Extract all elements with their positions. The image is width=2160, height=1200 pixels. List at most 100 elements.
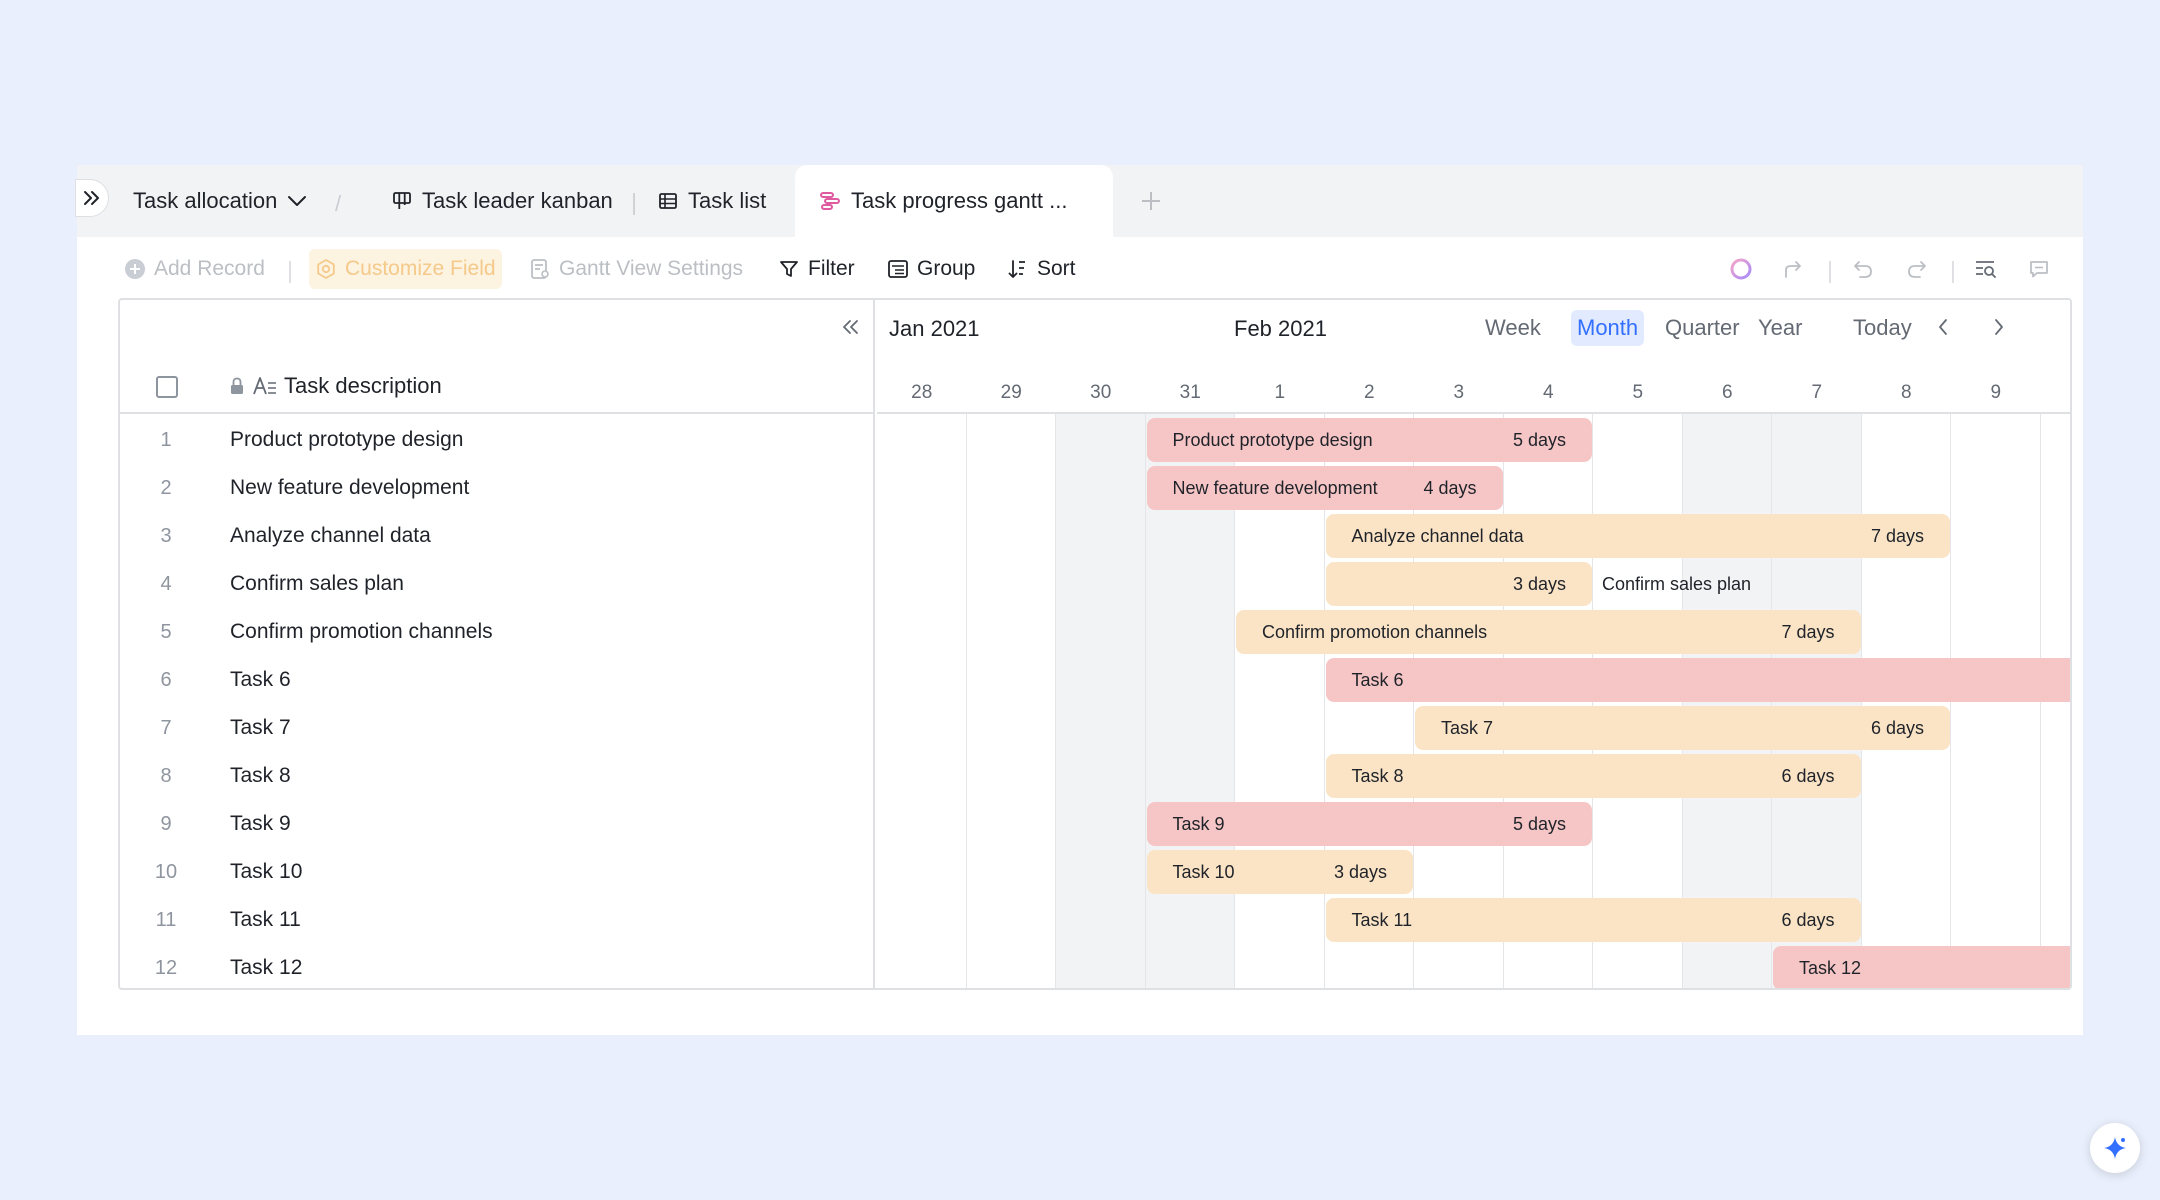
day-label: 1	[1274, 382, 1286, 403]
group-button[interactable]: Group	[887, 249, 975, 289]
next-period-button[interactable]	[1984, 312, 2014, 342]
search-records-button[interactable]	[1970, 253, 2002, 285]
gantt-bar[interactable]: Task 10 3 days	[1146, 850, 1413, 894]
redo-button[interactable]	[1901, 253, 1933, 285]
gantt-bar[interactable]: Product prototype design 5 days	[1146, 418, 1592, 462]
group-label: Group	[917, 257, 976, 280]
task-description-cell[interactable]: Confirm sales plan	[230, 560, 404, 608]
comments-button[interactable]	[2023, 253, 2055, 285]
gantt-settings-icon	[531, 259, 549, 279]
ai-assistant-button[interactable]	[2090, 1123, 2140, 1173]
column-header-task-description[interactable]: Task description	[228, 370, 442, 402]
task-description-cell[interactable]: Product prototype design	[230, 416, 463, 464]
avatar-ring-icon	[1730, 258, 1752, 280]
gantt-bar[interactable]: Task 6→9	[1325, 658, 2070, 702]
select-all-checkbox[interactable]	[156, 376, 178, 398]
collaborator-avatar[interactable]	[1725, 253, 1757, 285]
table-row[interactable]: 2 New feature development	[120, 464, 875, 512]
task-description-cell[interactable]: Task 6	[230, 656, 291, 704]
bar-duration: 7 days	[1870, 526, 1924, 546]
bar-task-name: Task 10	[1172, 862, 1235, 882]
timeline-header: Jan 2021 Feb 2021 Week Month Quarter Year T…	[877, 300, 2070, 414]
gantt-bar[interactable]: Task 11 6 days	[1325, 898, 1861, 942]
table-row[interactable]: 6 Task 6	[120, 656, 875, 704]
task-description-cell[interactable]: Task 7	[230, 704, 291, 752]
task-description-cell[interactable]: Analyze channel data	[230, 512, 431, 560]
gantt-bar[interactable]: Task 8 6 days	[1325, 754, 1861, 798]
table-row[interactable]: 1 Product prototype design	[120, 416, 875, 464]
comment-icon	[2030, 261, 2048, 278]
day-label: 7	[1811, 382, 1823, 403]
customize-field-label: Customize Field	[345, 257, 496, 280]
gantt-view-settings-label: Gantt View Settings	[559, 257, 744, 280]
table-row[interactable]: 8 Task 8	[120, 752, 875, 800]
tab-gantt[interactable]: Task progress gantt ...	[795, 165, 1113, 237]
table-row[interactable]: 10 Task 10	[120, 848, 875, 896]
share-button[interactable]	[1778, 253, 1810, 285]
gantt-bar[interactable]: Confirm promotion channels 7 days	[1236, 610, 1861, 654]
table-row[interactable]: 5 Confirm promotion channels	[120, 608, 875, 656]
today-button[interactable]: Today	[1847, 310, 1918, 346]
settings-gear-icon	[317, 259, 335, 279]
sort-button[interactable]: Sort	[1007, 249, 1076, 289]
view-month-button[interactable]: Month	[1571, 310, 1645, 346]
undo-button[interactable]	[1847, 253, 1879, 285]
table-row[interactable]: 11 Task 11	[120, 896, 875, 944]
gantt-bar[interactable]: Analyze channel data 7 days	[1325, 514, 1950, 558]
table-row[interactable]: 12 Task 12	[120, 944, 875, 988]
day-label: 3	[1453, 382, 1465, 403]
add-record-button[interactable]: Add Record	[124, 249, 265, 289]
gantt-view-settings-button[interactable]: Gantt View Settings	[529, 249, 743, 289]
tab-task-allocation[interactable]: Task allocation	[133, 165, 307, 237]
table-row[interactable]: 4 Confirm sales plan	[120, 560, 875, 608]
double-chevron-right-icon	[84, 191, 99, 205]
view-year-button[interactable]: Year	[1752, 310, 1808, 346]
record-list-header: Task description	[120, 300, 875, 414]
table-row[interactable]: 9 Task 9	[120, 800, 875, 848]
bar-duration: 6 days	[1781, 766, 1835, 786]
tab-task-list-label: Task list	[688, 188, 767, 213]
column-header-label: Task description	[284, 373, 442, 398]
day-column	[1056, 414, 1146, 988]
plus-icon	[1142, 192, 1160, 210]
row-number: 4	[160, 573, 172, 595]
task-description-cell[interactable]: New feature development	[230, 464, 469, 512]
tab-task-list[interactable]: Task list	[658, 165, 766, 237]
row-number: 9	[160, 813, 172, 835]
day-column	[1951, 414, 2041, 988]
tab-divider	[633, 193, 635, 215]
day-label: 9	[1990, 382, 2002, 403]
search-list-icon	[1976, 261, 1996, 278]
month-label-jan: Jan 2021	[889, 316, 980, 341]
customize-field-button[interactable]: Customize Field	[309, 249, 502, 289]
gantt-grid: Task description 1 Product prototype desi…	[118, 298, 2072, 990]
gantt-bar[interactable]: Task 9 5 days	[1146, 802, 1592, 846]
gantt-bar[interactable]: Task 12	[1773, 946, 2070, 988]
table-row[interactable]: 7 Task 7	[120, 704, 875, 752]
task-description-cell[interactable]: Task 10	[230, 848, 302, 896]
row-number: 10	[154, 861, 178, 883]
task-description-cell[interactable]: Task 8	[230, 752, 291, 800]
timeline-pane: Jan 2021 Feb 2021 Week Month Quarter Year T…	[877, 300, 2070, 988]
bar-task-name: Product prototype design	[1172, 430, 1373, 450]
collapse-pane-button[interactable]	[836, 312, 866, 342]
add-view-button[interactable]	[1135, 185, 1167, 217]
gantt-bar[interactable]: 3 days	[1325, 562, 1592, 606]
gantt-bar[interactable]: Task 7 6 days	[1415, 706, 1950, 750]
filter-button[interactable]: Filter	[778, 249, 855, 289]
task-description-cell[interactable]: Task 12	[230, 944, 302, 988]
task-description-cell[interactable]: Confirm promotion channels	[230, 608, 493, 656]
task-description-cell[interactable]: Task 11	[230, 896, 301, 944]
table-row[interactable]: 3 Analyze channel data	[120, 512, 875, 560]
bar-duration: 3 days	[1512, 574, 1566, 594]
view-week-button[interactable]: Week	[1479, 310, 1547, 346]
task-description-cell[interactable]: Task 9	[230, 800, 291, 848]
gantt-bar[interactable]: New feature development 4 days	[1146, 466, 1503, 510]
bar-task-name-outside: Confirm sales plan	[1602, 574, 1752, 594]
tab-kanban[interactable]: Task leader kanban	[392, 165, 613, 237]
expand-sidebar-button[interactable]	[75, 179, 109, 217]
prev-period-button[interactable]	[1928, 312, 1958, 342]
month-label-feb: Feb 2021	[1234, 316, 1327, 341]
view-quarter-button[interactable]: Quarter	[1659, 310, 1746, 346]
row-number: 6	[160, 669, 172, 691]
